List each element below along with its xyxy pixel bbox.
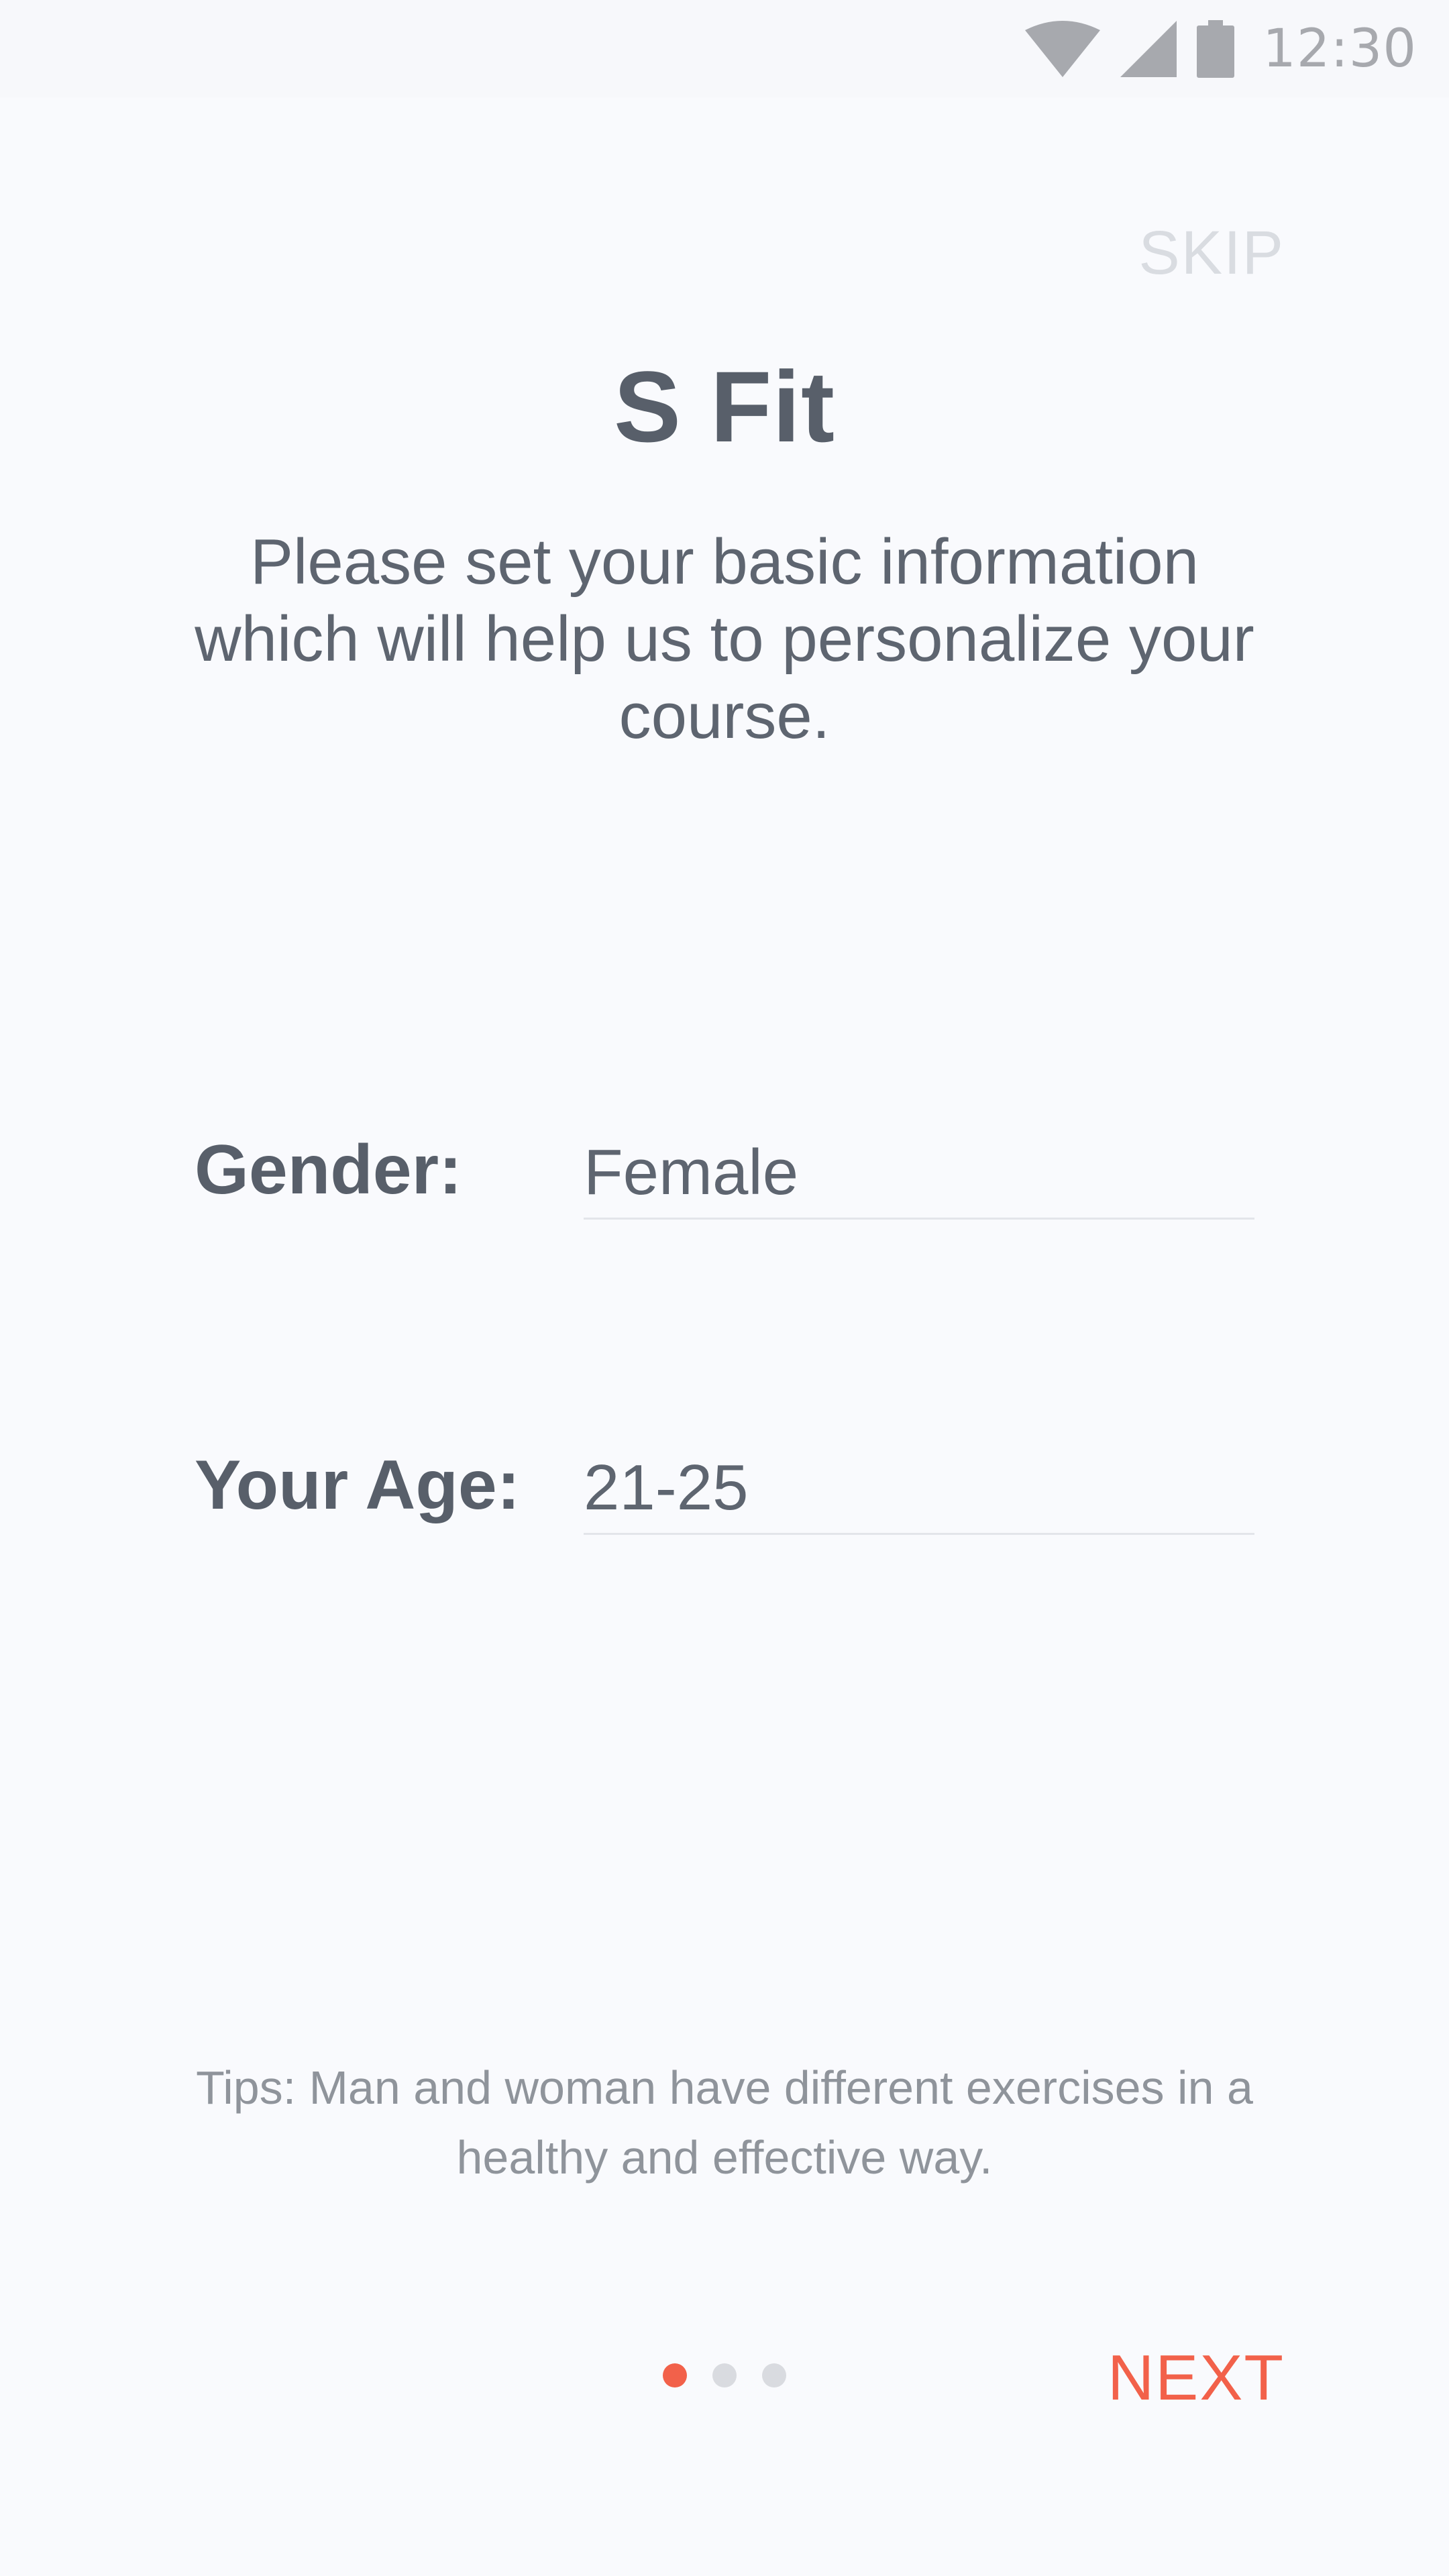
status-clock: 12:30 bbox=[1263, 18, 1417, 79]
tips-text: Tips: Man and woman have different exerc… bbox=[196, 2061, 1253, 2184]
age-field[interactable]: 21-25 bbox=[584, 1419, 1254, 1535]
app-title: S Fit bbox=[614, 350, 835, 463]
intro-text: Please set your basic information which … bbox=[195, 526, 1254, 752]
skip-button[interactable]: SKIP bbox=[1138, 218, 1285, 288]
age-value: 21-25 bbox=[584, 1452, 749, 1523]
page-indicator bbox=[663, 2363, 786, 2387]
page-dot-1 bbox=[663, 2363, 687, 2387]
wifi-icon bbox=[1025, 20, 1101, 77]
age-row: Your Age: 21-25 bbox=[195, 1419, 1254, 1535]
gender-label: Gender: bbox=[195, 1131, 462, 1209]
status-bar: 12:30 bbox=[0, 0, 1449, 97]
gender-row: Gender: Female bbox=[195, 1104, 1254, 1220]
gender-value: Female bbox=[584, 1136, 799, 1208]
next-button[interactable]: NEXT bbox=[1108, 2341, 1285, 2415]
gender-field[interactable]: Female bbox=[584, 1104, 1254, 1220]
cell-signal-icon bbox=[1120, 20, 1177, 77]
battery-icon bbox=[1197, 19, 1235, 78]
age-label: Your Age: bbox=[195, 1446, 521, 1524]
page-dot-2 bbox=[712, 2363, 737, 2387]
status-icons: 12:30 bbox=[1025, 0, 1417, 97]
page-dot-3 bbox=[762, 2363, 786, 2387]
